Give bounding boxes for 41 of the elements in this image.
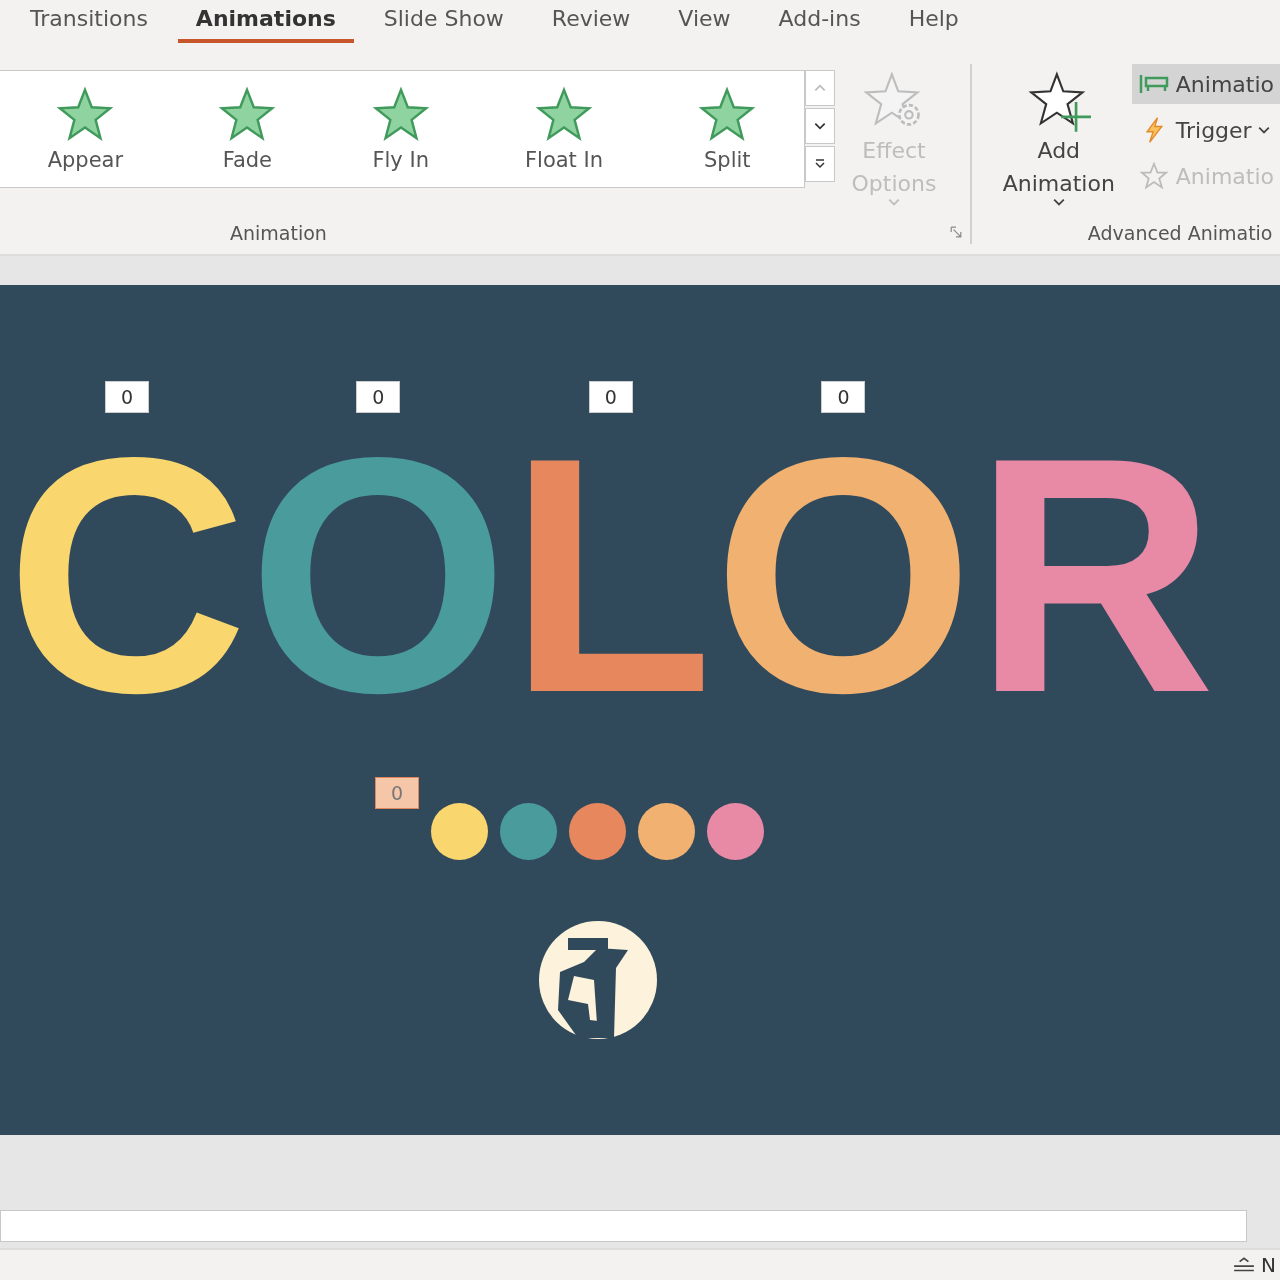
ribbon-tab[interactable]: Animations [177,0,354,43]
status-text: N [1261,1253,1276,1277]
ribbon-tab[interactable]: Help [890,0,977,43]
animation-order-tag: 0 [104,381,149,413]
animation-order-tag: 0 [821,381,866,413]
ribbon-tab[interactable]: Transitions [12,0,166,43]
ribbon-tab[interactable]: Add-ins [760,0,879,43]
effect-button[interactable]: Float In [519,82,610,176]
slide-letter: O [713,435,974,715]
logo-icon [538,920,658,1040]
star-plus-icon [1026,70,1091,134]
notes-icon[interactable] [1233,1257,1256,1273]
caret-icon [888,198,900,206]
expand-icon [813,158,827,170]
ribbon-tab[interactable]: View [660,0,749,43]
animation-order-tag: 0 [375,777,419,809]
group-label: Animation [230,222,327,244]
effect-button[interactable]: Fly In [365,82,436,176]
chevron-down-icon [813,120,827,132]
group-label: Advanced Animatio [1087,222,1273,244]
effect-button[interactable]: Split [692,82,763,176]
caret-icon [1257,126,1270,134]
add-animation-button[interactable]: Add Animation [989,70,1128,206]
trigger-button[interactable]: Trigger [1131,110,1280,150]
slide-letter: C [6,435,248,715]
notes-field[interactable] [0,1210,1247,1242]
scroll-up-button[interactable] [805,70,835,106]
ribbon-tab[interactable]: Review [533,0,649,43]
more-button[interactable] [805,146,835,182]
dialog-launcher-icon[interactable] [949,226,962,238]
caret-icon [1052,198,1065,206]
animation-order-tag: 0 [588,381,633,413]
effect-button[interactable]: Fade [212,82,283,176]
effect-button[interactable]: Appear [41,82,130,176]
slide-letter: L [508,435,714,715]
ribbon-tab[interactable]: Slide Show [365,0,522,43]
slide-letter: R [973,435,1216,715]
animation-order-tag: 0 [356,381,401,413]
animation-pane-button[interactable]: Animatio [1131,64,1280,104]
slide-letter: O [247,435,509,715]
star-brush-icon [1137,162,1170,190]
